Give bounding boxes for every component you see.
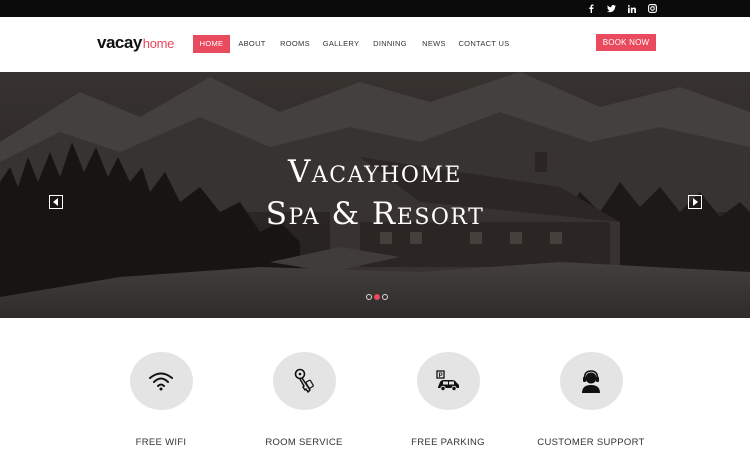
arrow-left-icon — [53, 198, 58, 206]
nav-item-about[interactable]: ABOUT — [234, 35, 270, 53]
linkedin-icon[interactable] — [626, 0, 637, 17]
instagram-icon[interactable] — [647, 0, 658, 17]
feature-icon-circle — [559, 352, 623, 410]
feature-label: ROOM SERVICE — [265, 437, 343, 448]
hero-title-line-2: Spa & Resort — [265, 196, 485, 232]
slider-next-button[interactable] — [688, 195, 702, 209]
logo-text-main: vacay — [97, 33, 142, 52]
parking-car-icon: P — [436, 370, 459, 392]
hero-slider: Vacayhome Spa & Resort — [0, 72, 750, 318]
logo-text-accent: home — [142, 36, 175, 51]
slider-dots — [366, 294, 388, 300]
hero-background-image — [0, 72, 750, 318]
book-now-button[interactable]: BOOK NOW — [596, 34, 656, 51]
slider-dot-active[interactable] — [374, 294, 380, 300]
site-logo[interactable]: vacay home — [97, 33, 174, 53]
nav-item-contact-us[interactable]: CONTACT US — [456, 35, 512, 53]
feature-free-wifi: FREE WIFI — [91, 352, 231, 448]
svg-text:P: P — [439, 373, 443, 379]
feature-customer-support: CUSTOMER SUPPORT — [521, 352, 661, 448]
feature-label: FREE PARKING — [411, 437, 485, 448]
slider-dot[interactable] — [382, 294, 388, 300]
arrow-right-icon — [693, 198, 698, 206]
nav-item-dinning[interactable]: DINNING — [369, 35, 411, 53]
key-icon — [294, 368, 314, 393]
slider-dot[interactable] — [366, 294, 372, 300]
slider-prev-button[interactable] — [49, 195, 63, 209]
nav-item-gallery[interactable]: GALLERY — [320, 35, 362, 53]
nav-item-home[interactable]: HOME — [193, 35, 230, 53]
facebook-icon[interactable] — [586, 0, 596, 17]
support-agent-icon — [582, 370, 600, 393]
feature-label: CUSTOMER SUPPORT — [537, 437, 645, 448]
wifi-icon — [149, 372, 173, 391]
feature-room-service: ROOM SERVICE — [234, 352, 374, 448]
feature-icon-circle — [272, 352, 336, 410]
feature-icon-circle: P — [416, 352, 480, 410]
twitter-icon[interactable] — [605, 0, 617, 17]
site-header: vacay home HOME ABOUT ROOMS GALLERY DINN… — [0, 17, 750, 72]
feature-free-parking: P FREE PARKING — [378, 352, 518, 448]
feature-label: FREE WIFI — [135, 437, 187, 448]
feature-icon-circle — [129, 352, 193, 410]
nav-item-rooms[interactable]: ROOMS — [277, 35, 313, 53]
nav-item-news[interactable]: NEWS — [418, 35, 450, 53]
hero-title-line-1: Vacayhome — [288, 154, 462, 190]
top-bar — [0, 0, 750, 17]
